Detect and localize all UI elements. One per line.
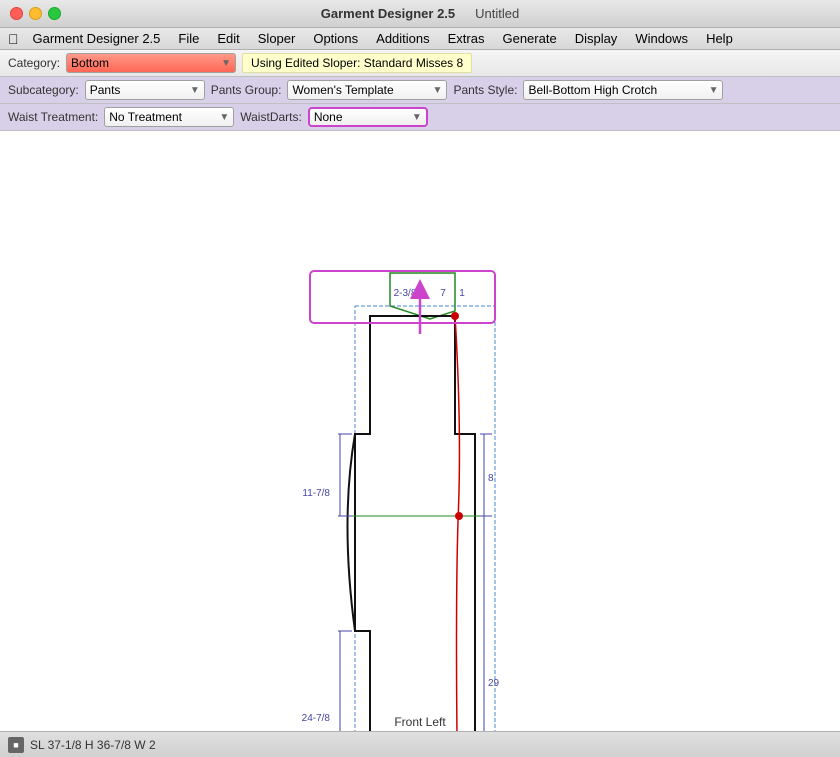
subcategory-select[interactable]: Pants ▼ xyxy=(85,80,205,100)
app-title: Garment Designer 2.5 xyxy=(321,6,455,21)
category-select[interactable]: Bottom ▼ xyxy=(66,53,236,73)
sloper-value: Standard Misses 8 xyxy=(364,56,463,70)
menu-generate[interactable]: Generate xyxy=(494,29,564,48)
menu-display[interactable]: Display xyxy=(567,29,626,48)
svg-text:2-3/8: 2-3/8 xyxy=(394,288,417,299)
svg-text:24-7/8: 24-7/8 xyxy=(302,713,331,724)
menu-options[interactable]: Options xyxy=(305,29,366,48)
menu-extras[interactable]: Extras xyxy=(440,29,493,48)
subcategory-arrow: ▼ xyxy=(190,85,200,96)
waist-treatment-select[interactable]: No Treatment ▼ xyxy=(104,107,234,127)
menu-file[interactable]: File xyxy=(170,29,207,48)
status-icon: ■ xyxy=(8,737,24,753)
pants-style-arrow: ▼ xyxy=(709,85,719,96)
pants-group-arrow: ▼ xyxy=(433,85,443,96)
minimize-button[interactable] xyxy=(29,7,42,20)
title-bar: Garment Designer 2.5 Untitled xyxy=(0,0,840,28)
pants-group-value: Women's Template xyxy=(292,83,393,97)
menu-additions[interactable]: Additions xyxy=(368,29,437,48)
waist-treatment-label: Waist Treatment: xyxy=(8,110,98,124)
darts-arrow: ▼ xyxy=(412,112,422,123)
subcategory-value: Pants xyxy=(90,83,121,97)
toolbar-row-3: Waist Treatment: No Treatment ▼ WaistDar… xyxy=(0,104,840,131)
close-button[interactable] xyxy=(10,7,23,20)
svg-text:7: 7 xyxy=(440,288,446,299)
apple-icon[interactable]:  xyxy=(8,31,19,47)
waist-darts-label: WaistDarts: xyxy=(240,110,302,124)
svg-text:29: 29 xyxy=(488,678,500,689)
menu-garment-designer[interactable]: Garment Designer 2.5 xyxy=(25,29,169,48)
waist-treatment-value: No Treatment xyxy=(109,110,182,124)
darts-value: None xyxy=(314,110,343,124)
pants-style-label: Pants Style: xyxy=(453,83,517,97)
category-value: Bottom xyxy=(71,56,109,70)
waist-treatment-arrow: ▼ xyxy=(219,112,229,123)
status-bar: ■ SL 37-1/8 H 36-7/8 W 2 xyxy=(0,731,840,757)
svg-text:1: 1 xyxy=(459,288,465,299)
front-left-label: Front Left xyxy=(394,715,445,729)
menu-edit[interactable]: Edit xyxy=(209,29,247,48)
subcategory-label: Subcategory: xyxy=(8,83,79,97)
svg-text:11-7/8: 11-7/8 xyxy=(302,488,330,499)
pants-style-select[interactable]: Bell-Bottom High Crotch ▼ xyxy=(523,80,723,100)
menu-sloper[interactable]: Sloper xyxy=(250,29,304,48)
toolbar-row-2: Subcategory: Pants ▼ Pants Group: Women'… xyxy=(0,77,840,104)
menu-windows[interactable]: Windows xyxy=(627,29,696,48)
pants-group-label: Pants Group: xyxy=(211,83,282,97)
darts-select[interactable]: None ▼ xyxy=(308,107,428,127)
sloper-info: Using Edited Sloper: Standard Misses 8 xyxy=(242,53,472,73)
toolbar-row-1: Category: Bottom ▼ Using Edited Sloper: … xyxy=(0,50,840,77)
main-canvas: 2-3/8 7 1 11-7/8 24-7/8 8 29 1-1/8 7-7/8… xyxy=(0,131,840,731)
svg-text:8: 8 xyxy=(488,473,494,484)
window-title: Untitled xyxy=(475,6,519,21)
pants-style-value: Bell-Bottom High Crotch xyxy=(528,83,657,97)
status-text: SL 37-1/8 H 36-7/8 W 2 xyxy=(30,738,156,752)
pants-group-select[interactable]: Women's Template ▼ xyxy=(287,80,447,100)
maximize-button[interactable] xyxy=(48,7,61,20)
sloper-label: Using Edited Sloper: xyxy=(251,56,360,70)
menu-bar:  Garment Designer 2.5 File Edit Sloper … xyxy=(0,28,840,50)
category-arrow: ▼ xyxy=(221,58,231,69)
window-controls xyxy=(10,7,61,20)
category-label: Category: xyxy=(8,56,60,70)
garment-svg: 2-3/8 7 1 11-7/8 24-7/8 8 29 1-1/8 7-7/8… xyxy=(0,131,840,731)
menu-help[interactable]: Help xyxy=(698,29,741,48)
